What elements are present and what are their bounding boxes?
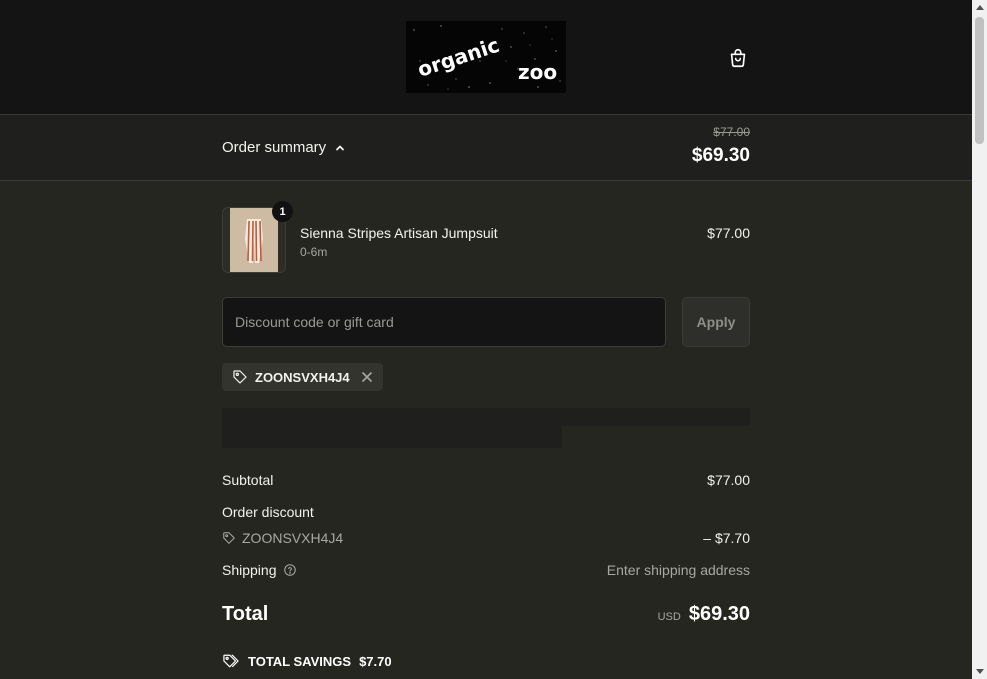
total-label: Total <box>222 603 269 625</box>
loading-placeholder <box>222 408 750 426</box>
line-item: 1 Sienna Stripes Artisan Jumpsuit 0-6m $… <box>222 201 750 273</box>
scroll-down-button[interactable] <box>972 665 987 679</box>
organic-zoo-logo[interactable]: organic zoo <box>406 21 566 93</box>
subtotal-label: Subtotal <box>222 472 274 488</box>
order-discount-label: Order discount <box>222 504 314 520</box>
subtotal-value: $77.00 <box>707 472 750 488</box>
total-savings-amount: $7.70 <box>359 653 392 669</box>
total-savings-label: TOTAL SAVINGS <box>248 653 352 669</box>
total-value: $69.30 <box>688 603 750 625</box>
discount-code-input[interactable] <box>222 297 666 347</box>
logo-line1: organic <box>415 33 503 82</box>
discount-code-text: ZOONSVXH4J4 <box>242 530 344 546</box>
page-scrollbar[interactable] <box>972 0 987 679</box>
help-icon[interactable] <box>283 563 297 577</box>
scroll-up-button[interactable] <box>972 0 987 14</box>
currency-code: USD <box>657 611 681 623</box>
scroll-down-arrow-icon <box>975 669 984 674</box>
shipping-value: Enter shipping address <box>606 562 750 578</box>
scrollbar-thumb[interactable] <box>975 17 984 144</box>
order-summary-bar: Order summary $77.00 $69.30 <box>0 115 972 181</box>
discount-amount: – $7.70 <box>703 530 750 546</box>
summary-original-total: $77.00 <box>713 125 750 139</box>
jumpsuit-image <box>245 219 263 263</box>
apply-button[interactable]: Apply <box>682 297 750 347</box>
summary-discounted-total: $69.30 <box>691 145 750 166</box>
tag-icon <box>223 532 235 544</box>
product-name: Sienna Stripes Artisan Jumpsuit <box>300 225 498 241</box>
chevron-up-icon <box>336 145 345 150</box>
cart-button[interactable] <box>726 46 750 70</box>
applied-code-text: ZOONSVXH4J4 <box>255 369 350 385</box>
product-price: $77.00 <box>707 225 750 241</box>
shopping-bag-icon <box>730 48 746 68</box>
logo-line2: zoo <box>518 60 557 84</box>
shipping-label: Shipping <box>222 562 277 578</box>
tag-icon <box>233 370 247 384</box>
order-summary-content: 1 Sienna Stripes Artisan Jumpsuit 0-6m $… <box>222 181 750 679</box>
order-summary-label: Order summary <box>222 139 327 156</box>
applied-discount-chip: ZOONSVXH4J4 <box>222 363 383 391</box>
close-icon <box>361 372 372 382</box>
product-variant: 0-6m <box>300 245 328 259</box>
scroll-up-arrow-icon <box>975 5 984 10</box>
site-header: organic zoo <box>0 0 972 115</box>
quantity-badge: 1 <box>272 201 293 222</box>
remove-discount-button[interactable] <box>361 371 373 383</box>
total-savings: TOTAL SAVINGS $7.70 <box>222 653 392 669</box>
loading-placeholder <box>222 426 562 448</box>
total-row: Total USD $69.30 <box>222 603 750 633</box>
order-summary-toggle[interactable]: Order summary <box>222 139 346 156</box>
tags-icon <box>223 654 239 668</box>
